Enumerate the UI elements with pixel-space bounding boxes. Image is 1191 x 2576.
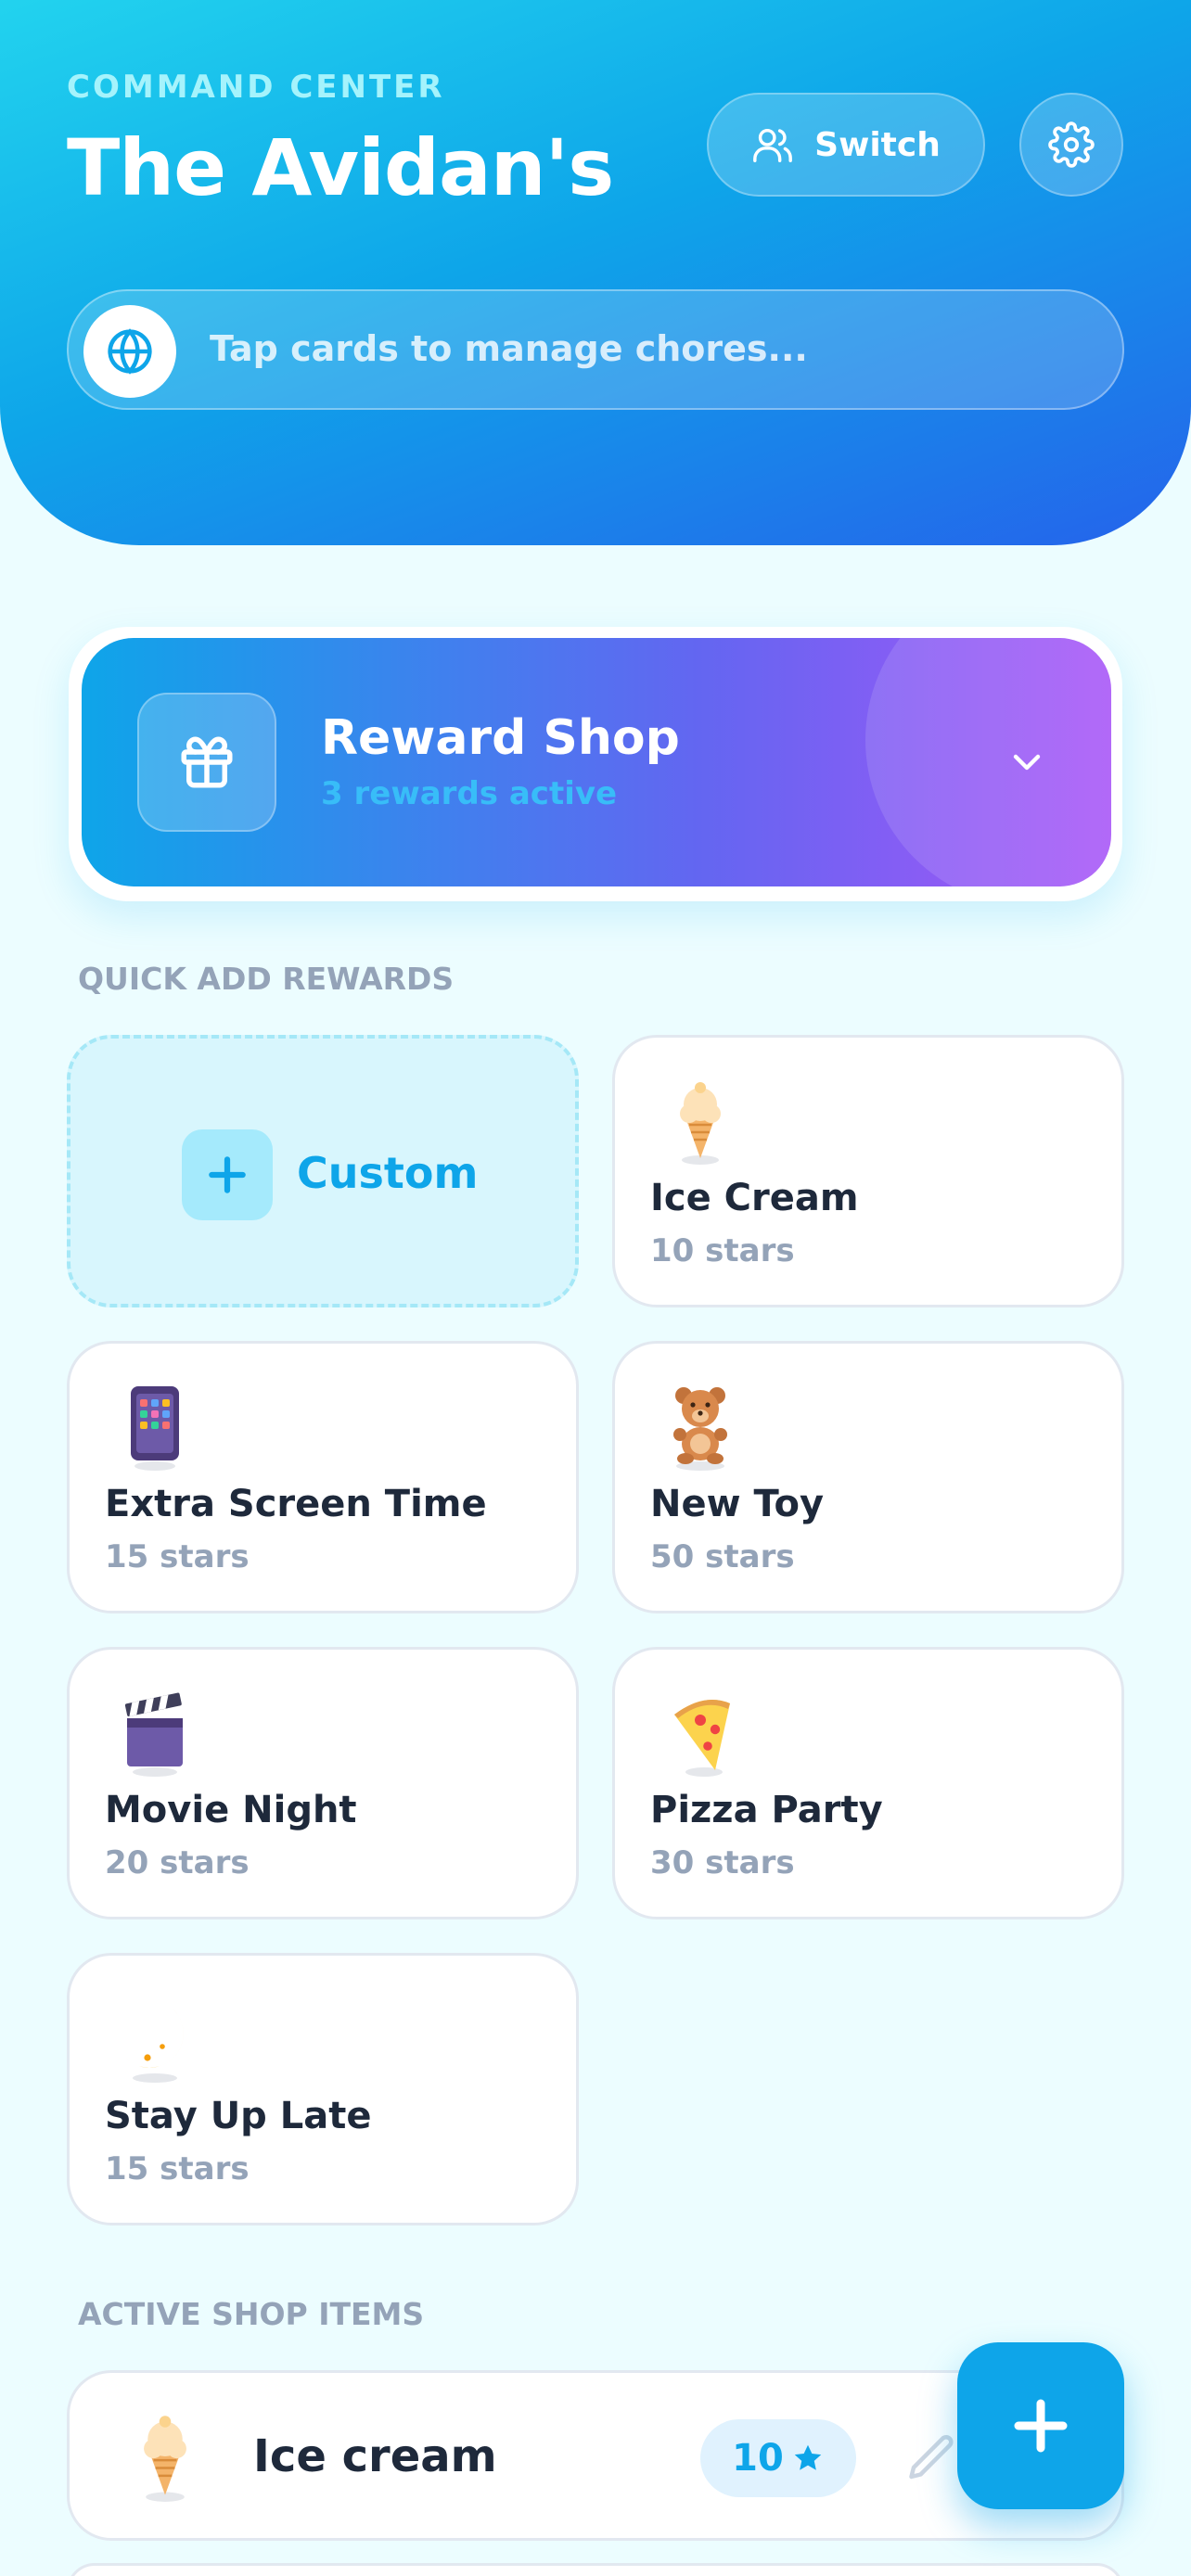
- reward-stars: 15 stars: [105, 2150, 250, 2187]
- globe-icon-badge: [83, 305, 176, 398]
- plus-icon: [209, 1156, 246, 1193]
- quick-add-new-toy[interactable]: New Toy 50 stars: [612, 1341, 1124, 1613]
- quick-add-label: QUICK ADD REWARDS: [78, 961, 455, 997]
- crescent-moon-icon: [125, 2009, 184, 2083]
- ice-cream-icon: [680, 1082, 721, 1165]
- reward-name: Extra Screen Time: [105, 1483, 487, 1525]
- gear-icon: [1048, 121, 1095, 168]
- reward-name: New Toy: [650, 1483, 825, 1525]
- reward-name: Movie Night: [105, 1789, 357, 1831]
- reward-stars: 20 stars: [105, 1844, 250, 1881]
- quick-add-movie-night[interactable]: Movie Night 20 stars: [67, 1647, 579, 1919]
- header-eyebrow: COMMAND CENTER: [67, 69, 445, 106]
- active-shop-item-next[interactable]: [67, 2563, 1124, 2576]
- active-items-label: ACTIVE SHOP ITEMS: [78, 2296, 425, 2332]
- custom-reward-button[interactable]: Custom: [67, 1035, 579, 1307]
- active-item-name: Ice cream: [253, 2430, 497, 2482]
- gift-icon-tile: [137, 693, 276, 832]
- search-placeholder: Tap cards to manage chores...: [210, 328, 808, 369]
- active-item-cost-badge: 10: [700, 2419, 856, 2497]
- reward-name: Stay Up Late: [105, 2095, 372, 2137]
- active-item-cost: 10: [732, 2437, 784, 2480]
- plus-icon: [1014, 2399, 1068, 2453]
- reward-stars: 50 stars: [650, 1538, 795, 1575]
- switch-label: Switch: [814, 125, 941, 164]
- decorative-circle: [865, 638, 1111, 886]
- reward-name: Ice Cream: [650, 1177, 859, 1219]
- add-fab-button[interactable]: [957, 2342, 1124, 2509]
- ice-cream-icon: [144, 2416, 186, 2502]
- switch-button[interactable]: Switch: [707, 93, 985, 197]
- reward-shop-subtitle: 3 rewards active: [321, 775, 618, 812]
- reward-stars: 30 stars: [650, 1844, 795, 1881]
- page-title: The Avidan's: [67, 122, 614, 213]
- quick-add-ice-cream[interactable]: Ice Cream 10 stars: [612, 1035, 1124, 1307]
- settings-button[interactable]: [1019, 93, 1123, 197]
- header: COMMAND CENTER The Avidan's Switch Tap c…: [0, 0, 1191, 545]
- reward-stars: 10 stars: [650, 1232, 795, 1269]
- chevron-down-icon: [1013, 754, 1041, 771]
- plus-icon-tile: [182, 1129, 273, 1220]
- globe-icon: [108, 328, 152, 375]
- quick-add-extra-screen-time[interactable]: Extra Screen Time 15 stars: [67, 1341, 579, 1613]
- users-icon: [753, 128, 793, 162]
- reward-shop-toggle[interactable]: Reward Shop 3 rewards active: [82, 638, 1111, 886]
- pizza-icon: [674, 1700, 730, 1777]
- reward-name: Pizza Party: [650, 1789, 883, 1831]
- tablet-icon: [131, 1386, 179, 1471]
- quick-add-stay-up-late[interactable]: Stay Up Late 15 stars: [67, 1953, 579, 2225]
- star-icon: [794, 2444, 822, 2470]
- custom-label: Custom: [297, 1148, 479, 1198]
- teddy-bear-icon: [673, 1387, 727, 1471]
- reward-shop-title: Reward Shop: [321, 710, 680, 766]
- search-bar[interactable]: Tap cards to manage chores...: [67, 289, 1124, 410]
- pencil-icon[interactable]: [904, 2430, 960, 2486]
- clapper-board-icon: [124, 1692, 183, 1777]
- gift-icon: [181, 736, 233, 788]
- reward-stars: 15 stars: [105, 1538, 250, 1575]
- quick-add-pizza-party[interactable]: Pizza Party 30 stars: [612, 1647, 1124, 1919]
